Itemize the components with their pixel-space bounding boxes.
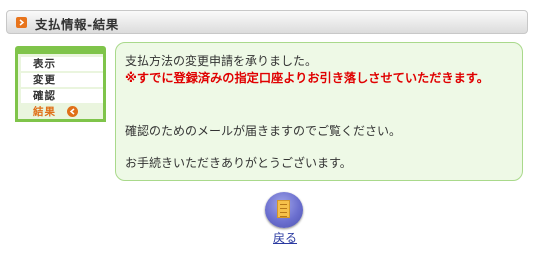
page-header: 支払情報-結果	[6, 10, 528, 34]
result-message-panel: 支払方法の変更申請を承りました。 ※すでに登録済みの指定口座よりお引き落しさせて…	[115, 42, 523, 181]
page-title: 支払情報-結果	[35, 17, 119, 32]
step-result-label: 結果	[33, 106, 56, 118]
back-button[interactable]: 戻る	[263, 192, 307, 248]
step-display: 表示	[21, 57, 103, 71]
account-warning: ※すでに登録済みの指定口座よりお引き落しさせていただきます。	[125, 71, 489, 85]
step-change: 変更	[21, 73, 103, 87]
step-result-current: 結果	[21, 105, 103, 119]
step-navigation: 表示 変更 確認 結果	[15, 46, 106, 122]
thanks-message: お手続きいただきありがとうございます。	[125, 156, 352, 170]
arrow-circle-icon	[67, 106, 78, 117]
document-icon[interactable]	[265, 192, 303, 228]
chevron-right-icon	[16, 17, 27, 28]
email-notice: 確認のためのメールが届きますのでご覧ください。	[125, 124, 402, 138]
step-confirm: 確認	[21, 89, 103, 103]
completion-message: 支払方法の変更申請を承りました。	[125, 54, 318, 68]
back-link[interactable]: 戻る	[273, 229, 297, 246]
